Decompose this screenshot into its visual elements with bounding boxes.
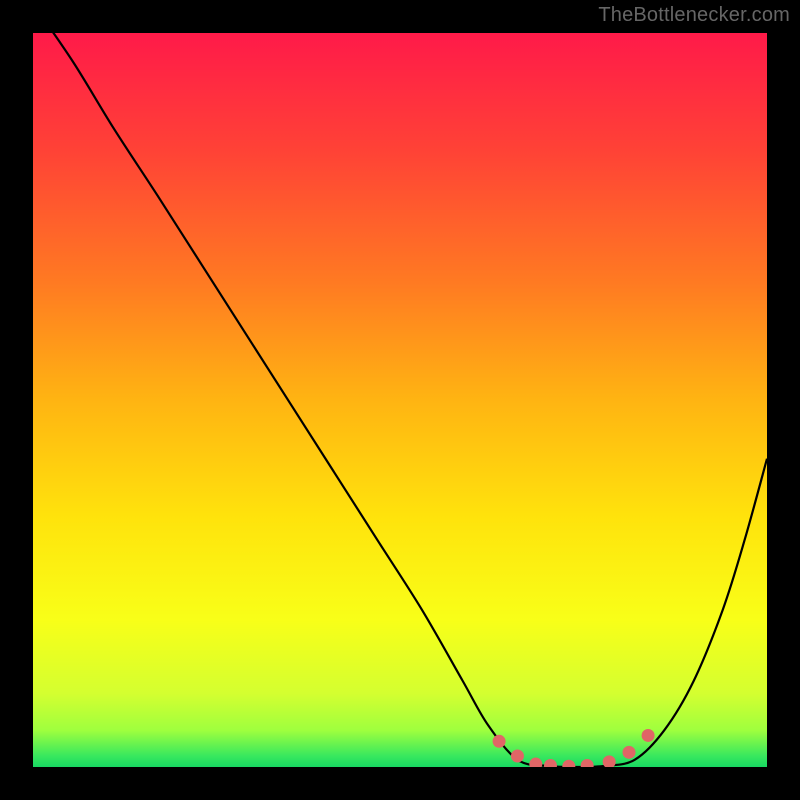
plot-area	[33, 33, 767, 767]
bottleneck-chart	[33, 33, 767, 767]
dot-marker	[493, 735, 506, 748]
watermark-text: TheBottlenecker.com	[598, 4, 790, 27]
gradient-background	[33, 33, 767, 767]
dot-marker	[511, 749, 524, 762]
chart-frame: TheBottlenecker.com	[0, 0, 800, 800]
dot-marker	[642, 729, 655, 742]
dot-marker	[623, 746, 636, 759]
